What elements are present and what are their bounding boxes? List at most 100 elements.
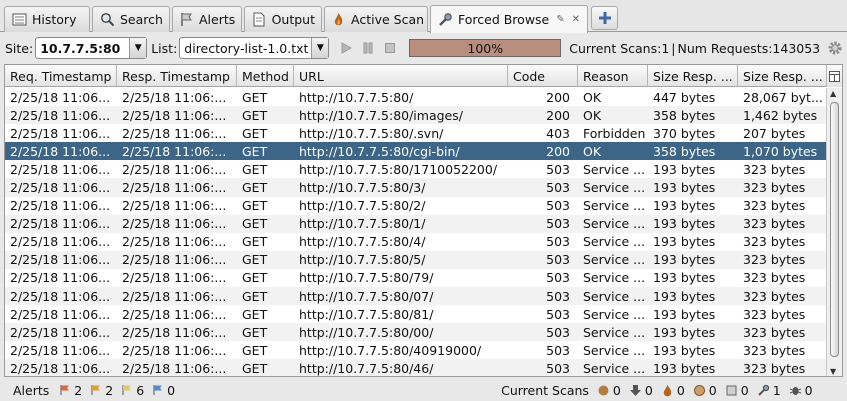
low-alerts[interactable]: 6: [121, 383, 144, 398]
info-alerts[interactable]: 0: [152, 383, 175, 398]
resp-timestamp-cell: 2/25/18 11:06:...: [122, 234, 227, 250]
tab-active-scan[interactable]: Active Scan: [324, 6, 428, 32]
method-cell: GET: [242, 89, 268, 105]
chevron-down-icon[interactable]: ▼: [129, 38, 147, 58]
method-cell: GET: [242, 234, 268, 250]
method-cell: GET: [242, 306, 268, 322]
column-header[interactable]: Code: [508, 65, 578, 87]
chevron-down-icon[interactable]: ▼: [311, 38, 329, 58]
url-cell: http://10.7.7.5:80/4/: [299, 234, 426, 250]
column-header[interactable]: Req. Timestamp: [5, 65, 117, 87]
method-cell: GET: [242, 180, 268, 196]
column-header[interactable]: URL: [294, 65, 508, 87]
table-row[interactable]: 2/25/18 11:06... 2/25/18 11:06:... GET http…: [5, 124, 827, 142]
tab-output[interactable]: Output: [244, 6, 322, 32]
tab-history[interactable]: History: [4, 6, 90, 32]
size-resp-body-cell: 323 bytes: [743, 198, 806, 214]
spider-scans[interactable]: 0: [597, 383, 621, 398]
play-icon[interactable]: [337, 39, 355, 57]
table-row[interactable]: 2/25/18 11:06... 2/25/18 11:06:... GET http…: [5, 250, 827, 269]
list-select[interactable]: directory-list-1.0.txt ▼: [179, 37, 330, 59]
table-row[interactable]: 2/25/18 11:06... 2/25/18 11:06:... GET http…: [5, 214, 827, 233]
tab-search[interactable]: Search: [92, 6, 170, 32]
wrench-icon: [757, 384, 769, 396]
column-selector-icon[interactable]: [826, 65, 842, 87]
resp-timestamp-cell: 2/25/18 11:06:...: [122, 107, 227, 123]
vertical-scrollbar[interactable]: ▲ ▼: [826, 88, 842, 376]
size-resp-header-cell: 193 bytes: [653, 198, 716, 214]
table-row[interactable]: 2/25/18 11:06... 2/25/18 11:06:... GET http…: [5, 88, 827, 106]
gear-icon[interactable]: [826, 39, 844, 57]
req-timestamp-cell: 2/25/18 11:06...: [10, 107, 111, 123]
req-timestamp-cell: 2/25/18 11:06...: [10, 324, 111, 340]
bug-scans[interactable]: 0: [789, 383, 813, 398]
method-cell: GET: [242, 270, 268, 286]
scroll-up-icon[interactable]: ▲: [830, 89, 836, 98]
column-header[interactable]: Size Resp. ...: [738, 65, 827, 87]
table-row[interactable]: 2/25/18 11:06... 2/25/18 11:06:... GET http…: [5, 359, 827, 376]
req-timestamp-cell: 2/25/18 11:06...: [10, 125, 111, 141]
reason-cell: Service ...: [583, 216, 646, 232]
column-header[interactable]: Resp. Timestamp: [117, 65, 237, 87]
table-row[interactable]: 2/25/18 11:06... 2/25/18 11:06:... GET http…: [5, 305, 827, 323]
add-tab-button[interactable]: [591, 6, 618, 30]
req-timestamp-cell: 2/25/18 11:06...: [10, 270, 111, 286]
history-icon: [11, 12, 27, 28]
flame-icon: [663, 384, 672, 396]
size-resp-header-cell: 193 bytes: [653, 252, 716, 268]
close-icon[interactable]: ✕: [572, 14, 580, 25]
ajax-spider-scans[interactable]: 0: [693, 383, 717, 398]
code-cell: 503: [546, 324, 570, 340]
size-resp-body-cell: 323 bytes: [743, 342, 806, 358]
table-row[interactable]: 2/25/18 11:06... 2/25/18 11:06:... GET http…: [5, 233, 827, 251]
resp-timestamp-cell: 2/25/18 11:06:...: [122, 288, 227, 304]
scan-count: 0: [804, 382, 813, 398]
url-cell: http://10.7.7.5:80/3/: [299, 180, 426, 196]
scrollbar-thumb[interactable]: [830, 102, 839, 357]
site-select[interactable]: 10.7.7.5:80 ▼: [35, 37, 148, 59]
resp-timestamp-cell: 2/25/18 11:06:...: [122, 161, 227, 177]
table-row[interactable]: 2/25/18 11:06... 2/25/18 11:06:... GET http…: [5, 269, 827, 287]
tab-alerts[interactable]: Alerts: [172, 6, 242, 32]
method-cell: GET: [242, 324, 268, 340]
scan-count: 0: [644, 382, 653, 398]
table-row[interactable]: 2/25/18 11:06... 2/25/18 11:06:... GET http…: [5, 287, 827, 306]
table-row[interactable]: 2/25/18 11:06... 2/25/18 11:06:... GET http…: [5, 106, 827, 125]
resp-timestamp-cell: 2/25/18 11:06:...: [122, 324, 227, 340]
column-header[interactable]: Size Resp. ...: [648, 65, 738, 87]
medium-alerts[interactable]: 2: [90, 383, 113, 398]
scan-count: 0: [740, 382, 749, 398]
medium-flag-icon: [91, 385, 101, 395]
method-cell: GET: [242, 216, 268, 232]
tab-forced-browse[interactable]: Forced Browse ✎ ✕: [430, 5, 588, 33]
active-scans[interactable]: 0: [661, 383, 685, 398]
table-row[interactable]: 2/25/18 11:06... 2/25/18 11:06:... GET http…: [5, 197, 827, 215]
pause-icon[interactable]: [359, 39, 377, 57]
scroll-down-icon[interactable]: ▼: [830, 367, 836, 376]
bug-icon: [789, 386, 801, 395]
table-row[interactable]: 2/25/18 11:06... 2/25/18 11:06:... GET http…: [5, 178, 827, 197]
size-resp-body-cell: 323 bytes: [743, 324, 806, 340]
column-header[interactable]: Method: [237, 65, 294, 87]
high-flag-icon: [60, 385, 70, 395]
download-scans[interactable]: 0: [629, 383, 653, 398]
url-cell: http://10.7.7.5:80/.svn/: [299, 125, 444, 141]
code-cell: 503: [546, 342, 570, 358]
size-resp-header-cell: 193 bytes: [653, 288, 716, 304]
column-header[interactable]: Reason: [578, 65, 648, 87]
table-row[interactable]: 2/25/18 11:06... 2/25/18 11:06:... GET http…: [5, 341, 827, 359]
reason-cell: Service ...: [583, 198, 646, 214]
code-cell: 503: [546, 216, 570, 232]
table-row[interactable]: 2/25/18 11:06... 2/25/18 11:06:... GET http…: [5, 160, 827, 178]
table-row[interactable]: 2/25/18 11:06... 2/25/18 11:06:... GET http…: [5, 142, 827, 161]
fuzzer-scans[interactable]: 0: [725, 383, 749, 398]
req-timestamp-cell: 2/25/18 11:06...: [10, 360, 111, 376]
high-alerts[interactable]: 2: [59, 383, 82, 398]
stop-icon[interactable]: [381, 39, 399, 57]
table-row[interactable]: 2/25/18 11:06... 2/25/18 11:06:... GET http…: [5, 323, 827, 342]
scan-count: 1: [772, 382, 781, 398]
reason-cell: Service ...: [583, 306, 646, 322]
forced-browse-scans[interactable]: 1: [757, 383, 781, 398]
pin-icon[interactable]: ✎: [556, 14, 564, 25]
resp-timestamp-cell: 2/25/18 11:06:...: [122, 342, 227, 358]
